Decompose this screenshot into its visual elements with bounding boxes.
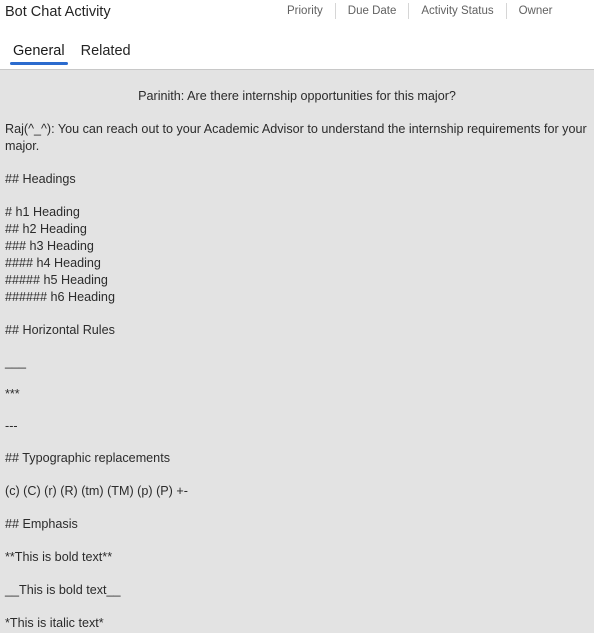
header-field-owner[interactable]: Owner bbox=[507, 3, 565, 19]
record-header: Bot Chat Activity Priority Due Date Acti… bbox=[0, 0, 594, 70]
tab-related[interactable]: Related bbox=[73, 42, 139, 69]
markdown-block-typographic-title: ## Typographic replacements bbox=[5, 451, 170, 465]
header-field-list: Priority Due Date Activity Status Owner bbox=[275, 1, 564, 21]
markdown-block-rule-asterisks: *** bbox=[5, 387, 20, 401]
tab-list: General Related bbox=[5, 42, 139, 69]
markdown-block-typographic-symbols: (c) (C) (r) (R) (tm) (TM) (p) (P) +- bbox=[5, 484, 188, 498]
header-field-activity-status[interactable]: Activity Status bbox=[409, 3, 505, 19]
page-title: Bot Chat Activity bbox=[5, 4, 111, 20]
chat-transcript-pane: Parinith: Are there internship opportuni… bbox=[0, 70, 594, 633]
markdown-block-bold-asterisks: **This is bold text** bbox=[5, 550, 113, 564]
chat-message-answer: Raj(^_^): You can reach out to your Acad… bbox=[5, 122, 591, 153]
chat-message-question: Parinith: Are there internship opportuni… bbox=[138, 89, 456, 103]
markdown-block-heading-levels: # h1 Heading ## h2 Heading ### h3 Headin… bbox=[5, 205, 115, 304]
header-field-due-date[interactable]: Due Date bbox=[336, 3, 409, 19]
markdown-block-emphasis-title: ## Emphasis bbox=[5, 517, 78, 531]
markdown-block-headings-title: ## Headings bbox=[5, 172, 76, 186]
tab-general[interactable]: General bbox=[5, 42, 73, 69]
markdown-block-rule-underscores: ___ bbox=[5, 355, 27, 369]
markdown-block-italic-asterisk: *This is italic text* bbox=[5, 616, 104, 630]
markdown-block-rule-dashes: --- bbox=[5, 419, 18, 433]
markdown-block-bold-underscores: __This is bold text__ bbox=[5, 583, 121, 597]
markdown-block-horizontal-rules-title: ## Horizontal Rules bbox=[5, 323, 115, 337]
header-field-priority[interactable]: Priority bbox=[275, 3, 335, 19]
